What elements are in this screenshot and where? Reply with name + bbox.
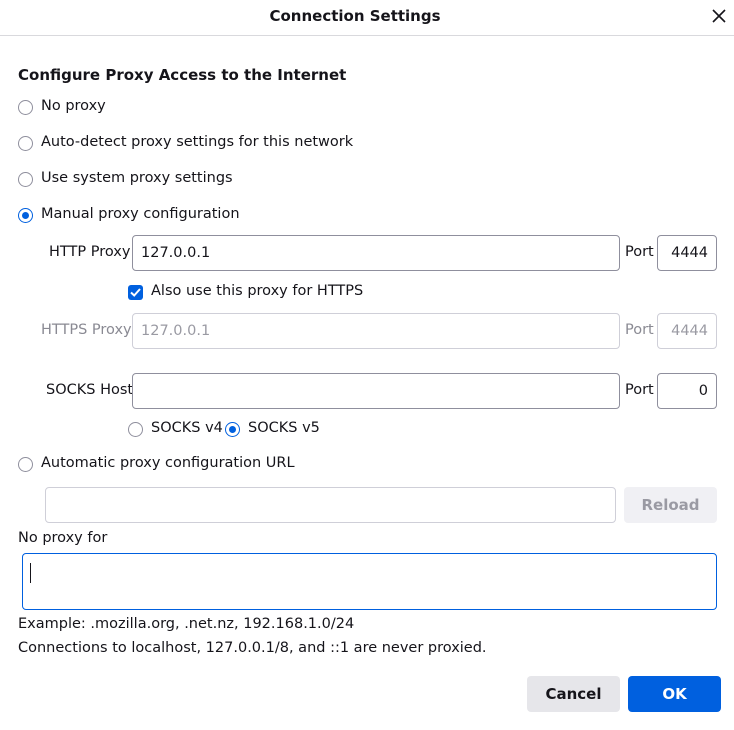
system-proxy-radio[interactable] xyxy=(18,172,33,187)
auto-url-input[interactable] xyxy=(45,487,616,523)
https-port-label: Port xyxy=(625,322,654,338)
socks-host-input[interactable] xyxy=(132,373,620,409)
auto-detect-label[interactable]: Auto-detect proxy settings for this netw… xyxy=(41,134,353,150)
manual-proxy-label[interactable]: Manual proxy configuration xyxy=(41,206,240,222)
https-proxy-label: HTTPS Proxy xyxy=(41,322,132,338)
manual-proxy-radio[interactable] xyxy=(18,208,33,223)
http-port-input[interactable]: 4444 xyxy=(657,235,717,271)
socks-v4-label[interactable]: SOCKS v4 xyxy=(151,420,223,436)
http-port-label: Port xyxy=(625,244,654,260)
auto-detect-radio[interactable] xyxy=(18,136,33,151)
https-port-input[interactable]: 4444 xyxy=(657,313,717,349)
section-heading: Configure Proxy Access to the Internet xyxy=(18,66,347,84)
socks-port-label: Port xyxy=(625,382,654,398)
socks-port-input[interactable]: 0 xyxy=(657,373,717,409)
http-proxy-label: HTTP Proxy xyxy=(49,244,131,260)
also-https-checkbox[interactable] xyxy=(128,285,143,300)
dialog-title: Connection Settings xyxy=(269,7,441,25)
cancel-button[interactable]: Cancel xyxy=(527,676,620,712)
example-text: Example: .mozilla.org, .net.nz, 192.168.… xyxy=(18,616,355,632)
socks-v5-label[interactable]: SOCKS v5 xyxy=(248,420,320,436)
reload-button[interactable]: Reload xyxy=(624,487,717,523)
socks-v5-radio[interactable] xyxy=(225,422,240,437)
http-proxy-input[interactable]: 127.0.0.1 xyxy=(132,235,620,271)
socks-v4-radio[interactable] xyxy=(128,422,143,437)
auto-url-label[interactable]: Automatic proxy configuration URL xyxy=(41,455,295,471)
socks-host-label: SOCKS Host xyxy=(46,382,134,398)
no-proxy-radio[interactable] xyxy=(18,100,33,115)
no-proxy-for-label: No proxy for xyxy=(18,530,108,546)
also-https-label[interactable]: Also use this proxy for HTTPS xyxy=(151,283,363,299)
system-proxy-label[interactable]: Use system proxy settings xyxy=(41,170,233,186)
checkmark-icon xyxy=(130,288,141,297)
https-proxy-input[interactable]: 127.0.0.1 xyxy=(132,313,620,349)
ok-button[interactable]: OK xyxy=(628,676,721,712)
close-icon[interactable] xyxy=(709,6,729,26)
no-proxy-for-input[interactable] xyxy=(22,553,717,610)
auto-url-radio[interactable] xyxy=(18,457,33,472)
text-caret xyxy=(30,563,31,583)
localhost-note: Connections to localhost, 127.0.0.1/8, a… xyxy=(18,640,487,656)
no-proxy-label[interactable]: No proxy xyxy=(41,98,106,114)
